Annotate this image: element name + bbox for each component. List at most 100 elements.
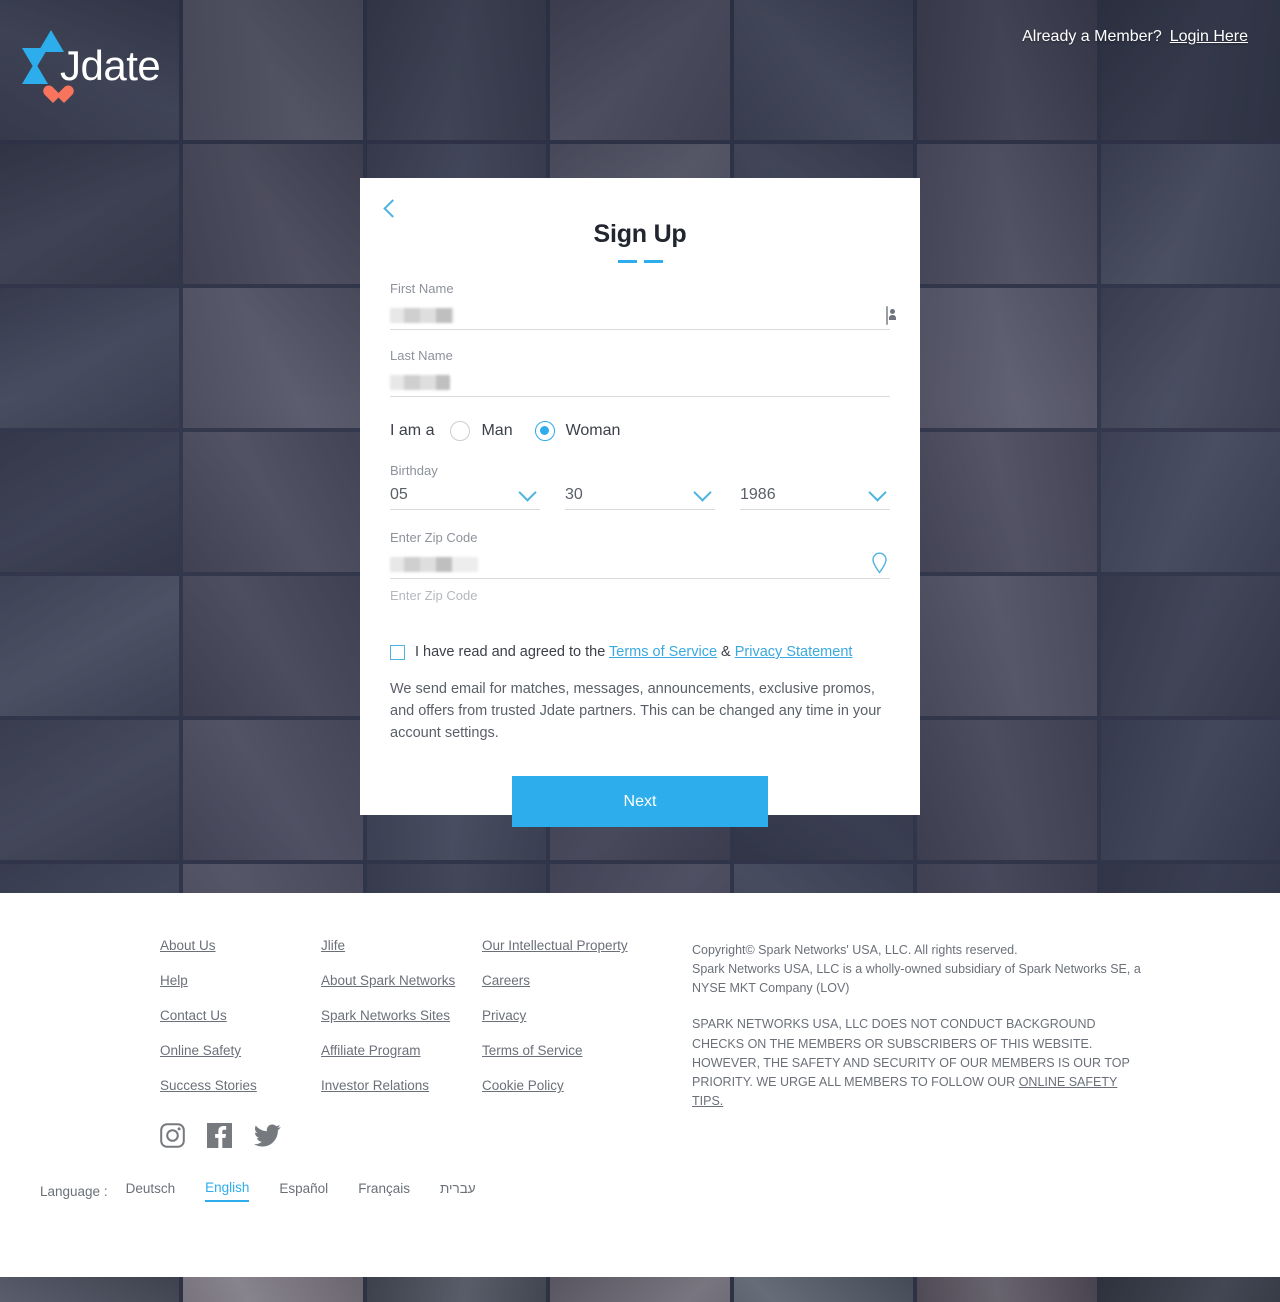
background-photo-collage-bottom xyxy=(0,1277,1280,1302)
collage-photo-tile xyxy=(183,0,363,140)
bottom-photo-strip xyxy=(0,1277,1280,1302)
zip-code-hint: Enter Zip Code xyxy=(390,588,478,603)
birthday-field-group: Birthday 05 30 1986 xyxy=(390,463,890,510)
collage-photo-tile xyxy=(917,576,1097,716)
terms-agreement-checkbox[interactable] xyxy=(390,644,405,660)
birthday-day-value: 30 xyxy=(565,485,583,503)
collage-photo-tile xyxy=(1100,432,1280,572)
language-label: Language : xyxy=(40,1183,108,1199)
radio-man-label[interactable]: Man xyxy=(481,422,512,440)
social-links xyxy=(0,1113,1280,1148)
collage-photo-tile xyxy=(1100,288,1280,428)
footer-link-investor-relations[interactable]: Investor Relations xyxy=(321,1078,482,1093)
contact-card-icon[interactable] xyxy=(886,306,888,325)
footer-link-jlife[interactable]: Jlife xyxy=(321,938,482,953)
language-option-hebrew[interactable]: עברית xyxy=(440,1181,476,1201)
collage-photo-tile xyxy=(1100,1277,1280,1302)
collage-photo-tile xyxy=(550,1277,730,1302)
zip-code-label: Enter Zip Code xyxy=(390,530,478,545)
collage-photo-tile xyxy=(0,432,180,572)
footer-link-cookie-policy[interactable]: Cookie Policy xyxy=(482,1078,677,1093)
footer-link-success-stories[interactable]: Success Stories xyxy=(160,1078,321,1093)
footer-link-about-spark-networks[interactable]: About Spark Networks xyxy=(321,973,482,988)
terms-agreement-text: I have read and agreed to the Terms of S… xyxy=(415,644,852,660)
language-option-deutsch[interactable]: Deutsch xyxy=(126,1181,176,1201)
footer-link-help[interactable]: Help xyxy=(160,973,321,988)
collage-photo-tile xyxy=(183,432,363,572)
collage-photo-tile xyxy=(0,864,180,893)
collage-photo-tile xyxy=(366,1277,547,1302)
footer-link-privacy[interactable]: Privacy xyxy=(482,1008,677,1023)
collage-photo-tile xyxy=(366,864,547,893)
promo-disclosure-text: We send email for matches, messages, ann… xyxy=(390,681,882,742)
footer-link-intellectual-property[interactable]: Our Intellectual Property xyxy=(482,938,677,953)
radio-man[interactable] xyxy=(450,421,471,441)
footer-column-1: About Us Help Contact Us Online Safety S… xyxy=(160,938,321,1113)
copyright-line-1: Copyright© Spark Networks' USA, LLC. All… xyxy=(692,943,1018,957)
collage-photo-tile xyxy=(183,1277,363,1302)
zip-code-field[interactable]: Enter Zip Code Enter Zip Code xyxy=(390,530,890,603)
collage-photo-tile xyxy=(733,1277,914,1302)
collage-photo-tile xyxy=(183,288,363,428)
instagram-icon[interactable] xyxy=(160,1123,185,1148)
terms-agreement-row: I have read and agreed to the Terms of S… xyxy=(390,644,890,660)
footer-link-online-safety[interactable]: Online Safety xyxy=(160,1043,321,1058)
site-logo[interactable]: Jdate xyxy=(18,14,161,100)
footer-link-contact-us[interactable]: Contact Us xyxy=(160,1008,321,1023)
radio-woman[interactable] xyxy=(534,421,555,441)
birthday-day-select[interactable]: 30 xyxy=(565,480,715,510)
footer-link-about-us[interactable]: About Us xyxy=(160,938,321,953)
footer-link-spark-networks-sites[interactable]: Spark Networks Sites xyxy=(321,1008,482,1023)
last-name-value-redacted xyxy=(390,375,450,390)
terms-of-service-link[interactable]: Terms of Service xyxy=(609,644,717,660)
collage-photo-tile xyxy=(917,432,1097,572)
page-title: Sign Up xyxy=(593,220,687,248)
gender-label: I am a xyxy=(390,422,435,439)
collage-photo-tile xyxy=(183,576,363,716)
footer-column-3: Our Intellectual Property Careers Privac… xyxy=(482,938,677,1113)
language-option-francais[interactable]: Français xyxy=(358,1181,410,1201)
birthday-year-value: 1986 xyxy=(740,485,776,503)
last-name-field[interactable]: Last Name xyxy=(390,348,890,397)
twitter-icon[interactable] xyxy=(254,1123,281,1148)
collage-photo-tile xyxy=(0,144,180,284)
collage-photo-tile xyxy=(1100,144,1280,284)
birthday-month-select[interactable]: 05 xyxy=(390,480,540,510)
language-option-espanol[interactable]: Español xyxy=(279,1181,328,1201)
logo-wordmark: Jdate xyxy=(60,42,161,89)
facebook-icon[interactable] xyxy=(207,1123,232,1148)
location-pin-icon[interactable] xyxy=(871,552,888,574)
collage-photo-tile xyxy=(917,1277,1097,1302)
collage-photo-tile xyxy=(733,0,914,140)
birthday-year-select[interactable]: 1986 xyxy=(740,480,890,510)
collage-photo-tile xyxy=(0,720,180,860)
first-name-label: First Name xyxy=(390,281,454,296)
collage-photo-tile xyxy=(366,0,547,140)
first-name-value-redacted xyxy=(390,308,454,323)
login-here-link[interactable]: Login Here xyxy=(1170,28,1248,45)
footer-link-terms-of-service[interactable]: Terms of Service xyxy=(482,1043,677,1058)
collage-photo-tile xyxy=(917,720,1097,860)
chevron-down-icon xyxy=(693,483,712,502)
collage-photo-tile xyxy=(183,144,363,284)
collage-photo-tile xyxy=(550,0,730,140)
collage-photo-tile xyxy=(0,1277,180,1302)
collage-photo-tile xyxy=(1100,0,1280,140)
chevron-down-icon xyxy=(518,483,537,502)
collage-photo-tile xyxy=(183,720,363,860)
radio-woman-label[interactable]: Woman xyxy=(566,422,621,440)
first-name-field[interactable]: First Name xyxy=(390,281,890,330)
privacy-statement-link[interactable]: Privacy Statement xyxy=(735,644,853,660)
gender-selector: I am a Man Woman xyxy=(390,421,890,447)
agree-prefix: I have read and agreed to the xyxy=(415,644,610,660)
next-button[interactable]: Next xyxy=(512,776,768,828)
heart-icon xyxy=(42,86,64,106)
collage-photo-tile xyxy=(1100,576,1280,716)
jdate-star-heart-logo xyxy=(18,14,64,100)
member-prompt-text: Already a Member? xyxy=(1022,28,1162,45)
language-option-english[interactable]: English xyxy=(205,1180,250,1202)
footer-link-affiliate-program[interactable]: Affiliate Program xyxy=(321,1043,482,1058)
last-name-label: Last Name xyxy=(390,348,453,363)
footer-link-careers[interactable]: Careers xyxy=(482,973,677,988)
collage-photo-tile xyxy=(917,288,1097,428)
